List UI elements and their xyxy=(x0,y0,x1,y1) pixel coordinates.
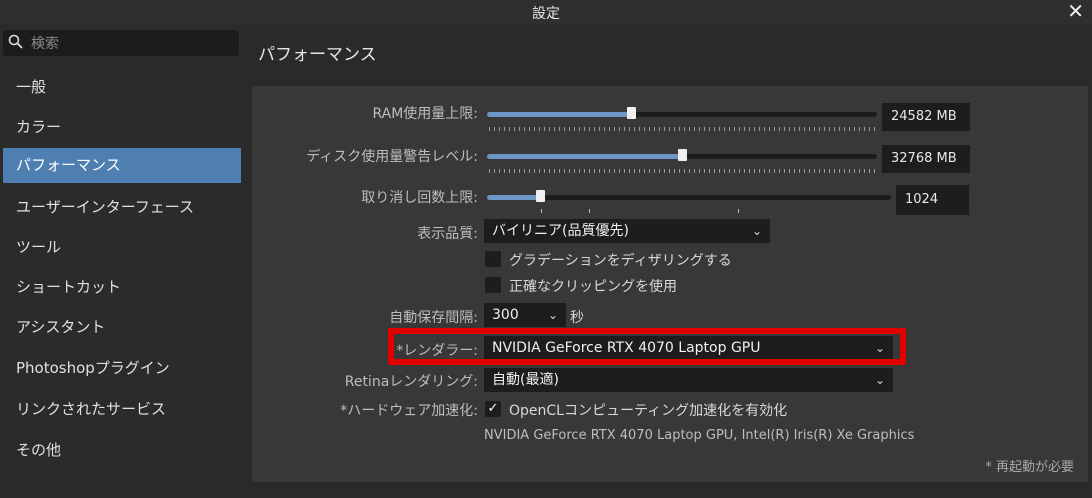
disk-warning-label: ディスク使用量警告レベル: xyxy=(306,149,478,165)
ram-limit-value[interactable]: 24582 MB xyxy=(882,103,970,131)
sidebar-item-performance[interactable]: パフォーマンス xyxy=(3,148,241,183)
disk-warning-slider[interactable] xyxy=(487,149,877,161)
gpu-info: NVIDIA GeForce RTX 4070 Laptop GPU, Inte… xyxy=(484,428,915,443)
title-bar: 設定 ✕ xyxy=(0,0,1092,24)
section-title: パフォーマンス xyxy=(258,45,377,65)
chevron-down-icon: ⌄ xyxy=(547,308,558,322)
retina-dropdown[interactable]: 自動(最適) ⌄ xyxy=(484,368,893,392)
ram-limit-label: RAM使用量上限: xyxy=(372,106,478,122)
sidebar-item-color[interactable]: カラー xyxy=(3,110,241,145)
retina-value: 自動(最適) xyxy=(492,372,559,388)
disk-warning-slider-thumb[interactable] xyxy=(678,149,687,161)
undo-limit-tick xyxy=(589,209,590,213)
dither-checkbox[interactable] xyxy=(485,251,501,267)
close-icon[interactable]: ✕ xyxy=(1067,0,1084,22)
search-input[interactable] xyxy=(29,33,233,55)
ram-limit-ticks xyxy=(489,127,875,131)
sidebar-item-linked-services[interactable]: リンクされたサービス xyxy=(3,392,241,427)
ram-limit-slider[interactable] xyxy=(487,107,877,119)
undo-limit-tick xyxy=(541,209,542,213)
sidebar-item-user-interface[interactable]: ユーザーインターフェース xyxy=(3,190,241,225)
search-icon xyxy=(8,34,23,53)
display-quality-dropdown[interactable]: バイリニア(品質優先) ⌄ xyxy=(484,219,770,243)
sidebar-item-assistant[interactable]: アシスタント xyxy=(3,310,241,345)
clipping-checkbox[interactable] xyxy=(485,277,501,293)
autosave-label: 自動保存間隔: xyxy=(389,310,478,326)
ram-limit-slider-fill xyxy=(487,112,632,117)
undo-limit-label: 取り消し回数上限: xyxy=(361,190,478,206)
undo-limit-tick xyxy=(738,209,739,213)
sidebar-item-photoshop-plugins[interactable]: Photoshopプラグイン xyxy=(3,351,241,386)
dither-label: グラデーションをディザリングする xyxy=(509,253,732,269)
undo-limit-slider[interactable] xyxy=(487,190,891,202)
sidebar-item-general[interactable]: 一般 xyxy=(3,70,241,105)
hw-accel-label: *ハードウェア加速化: xyxy=(340,403,478,419)
ram-limit-slider-thumb[interactable] xyxy=(627,107,637,119)
disk-warning-value[interactable]: 32768 MB xyxy=(882,145,970,173)
highlight-box xyxy=(388,328,906,365)
undo-limit-slider-thumb[interactable] xyxy=(535,190,545,202)
sidebar: 一般 カラー パフォーマンス ユーザーインターフェース ツール ショートカット … xyxy=(0,24,246,498)
hw-accel-checkbox-label: OpenCLコンピューティング加速化を有効化 xyxy=(509,403,788,419)
undo-limit-value[interactable]: 1024 xyxy=(896,185,969,215)
retina-label: Retinaレンダリング: xyxy=(344,374,478,390)
display-quality-label: 表示品質: xyxy=(417,226,478,242)
autosave-interval-dropdown[interactable]: 300 ⌄ xyxy=(484,303,566,327)
chevron-down-icon: ⌄ xyxy=(751,224,762,238)
autosave-value: 300 xyxy=(492,307,519,323)
checkmark-icon: ✓ xyxy=(487,401,499,416)
clipping-label: 正確なクリッピングを使用 xyxy=(509,279,677,295)
autosave-unit: 秒 xyxy=(570,310,584,326)
window-title: 設定 xyxy=(532,6,560,22)
disk-warning-ticks xyxy=(489,169,875,173)
search-box[interactable] xyxy=(3,30,239,56)
sidebar-item-tools[interactable]: ツール xyxy=(3,230,241,265)
chevron-down-icon: ⌄ xyxy=(874,373,885,387)
hw-accel-checkbox[interactable]: ✓ xyxy=(485,401,501,417)
undo-limit-slider-fill xyxy=(487,195,540,200)
sidebar-item-misc[interactable]: その他 xyxy=(3,433,241,468)
sidebar-item-shortcuts[interactable]: ショートカット xyxy=(3,270,241,305)
restart-note: * 再起動が必要 xyxy=(985,460,1074,475)
disk-warning-slider-fill xyxy=(487,154,682,159)
display-quality-value: バイリニア(品質優先) xyxy=(492,223,629,239)
